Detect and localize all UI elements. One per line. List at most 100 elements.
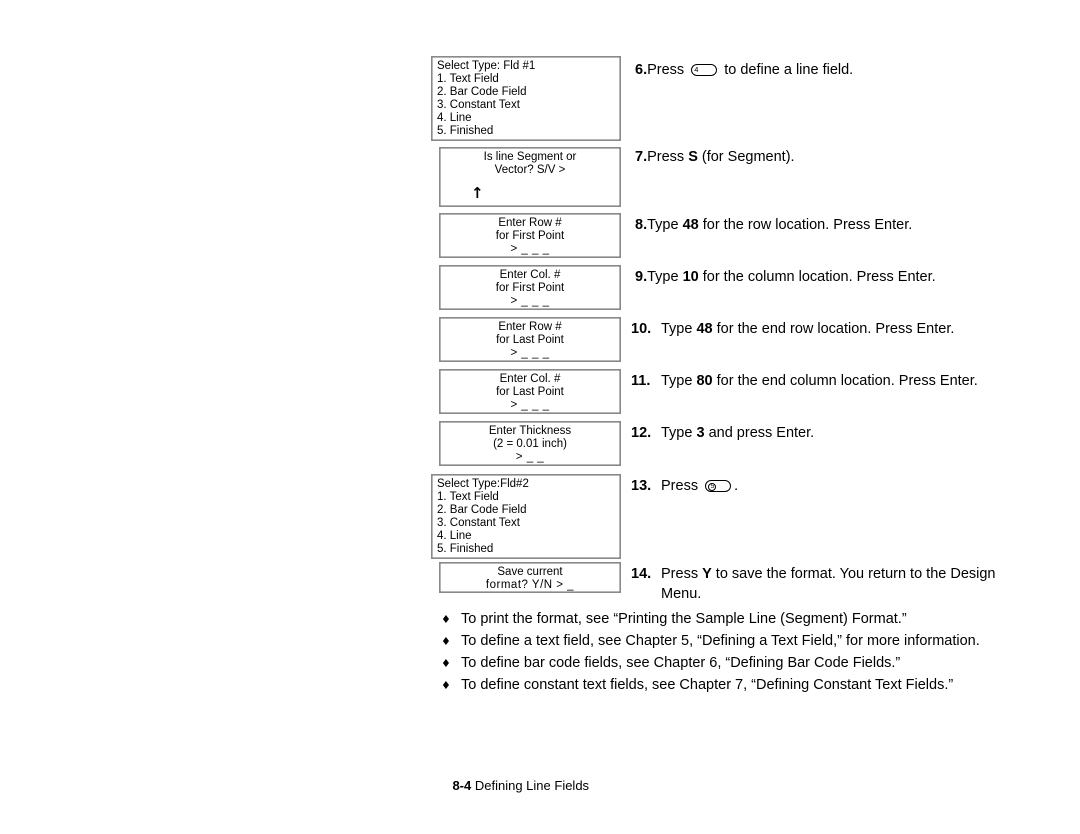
function-key-4-icon: 4: [691, 64, 718, 76]
step-text-part: Type: [661, 425, 697, 441]
lcd-line: 3. Constant Text: [437, 99, 520, 111]
step-text: Press 5.: [661, 477, 1035, 497]
step-value: 10: [682, 269, 699, 285]
step-value: 3: [696, 425, 705, 441]
step-keypress: S: [688, 149, 698, 165]
step-text: Press S (for Segment).: [647, 148, 1035, 168]
step-12: 12. Type 3 and press Enter.: [631, 424, 1035, 444]
footer-chapter-title: Defining Line Fields: [474, 778, 590, 793]
list-item: ♦ To define constant text fields, see Ch…: [441, 675, 1041, 697]
step-14: 14. Press Y to save the format. You retu…: [631, 565, 1031, 604]
lcd-enter-row-first-point: Enter Row # for First Point > _ _ _: [439, 213, 621, 258]
diamond-bullet-icon: ♦: [441, 657, 451, 670]
lcd-line: 2. Bar Code Field: [437, 504, 527, 516]
step-number: 12.: [631, 425, 652, 441]
lcd-line: 4. Line: [437, 530, 472, 542]
step-number: 9.: [635, 269, 648, 285]
lcd-line: Enter Col. #: [499, 269, 561, 281]
lcd-line: 5. Finished: [437, 543, 494, 555]
lcd-line: 2. Bar Code Field: [437, 86, 527, 98]
function-key-ring: 5: [707, 482, 716, 491]
lcd-segment-or-vector-prompt: Is line Segment or Vector? S/V > ↑: [439, 147, 621, 207]
step-13: 13. Press 5.: [631, 477, 1035, 497]
step-value: 48: [696, 321, 713, 337]
list-item-label: To define a text field, see Chapter 5, “…: [461, 633, 980, 649]
lcd-input-line: format? Y/N > _: [485, 579, 575, 591]
step-number: 13.: [631, 478, 652, 494]
lcd-input-line: > _ _: [515, 451, 545, 463]
lcd-line: 5. Finished: [437, 125, 494, 137]
step-text-part: for the end row location. Press Enter.: [712, 321, 955, 337]
step-number: 7.: [635, 149, 648, 165]
lcd-line: Save current: [497, 566, 563, 578]
step-text: Type 10 for the column location. Press E…: [647, 268, 1035, 288]
related-topics-list: ♦ To print the format, see “Printing the…: [441, 609, 1041, 697]
step-8: 8. Type 48 for the row location. Press E…: [635, 216, 1035, 236]
list-item: ♦ To print the format, see “Printing the…: [441, 609, 1041, 631]
step-text-part: Press: [661, 566, 703, 582]
lcd-line: for Last Point: [496, 334, 564, 346]
function-key-label: 4: [694, 65, 699, 74]
lcd-select-type-field-2: Select Type:Fld#2 1. Text Field 2. Bar C…: [431, 474, 621, 559]
lcd-line: Vector? S/V >: [494, 164, 566, 176]
step-text-part: for the column location. Press Enter.: [698, 269, 936, 285]
lcd-input-line: > _ _ _: [510, 347, 550, 359]
diamond-bullet-icon: ♦: [441, 679, 451, 692]
page-footer: 8-4 Defining Line Fields: [438, 762, 589, 810]
step-6: 6. Press 4 to define a line field.: [635, 61, 1035, 81]
step-number: 8.: [635, 217, 648, 233]
lcd-line: Enter Col. #: [499, 373, 561, 385]
step-10: 10. Type 48 for the end row location. Pr…: [631, 320, 1035, 340]
document-page: Select Type: Fld #1 1. Text Field 2. Bar…: [0, 0, 1080, 834]
step-keypress: Y: [702, 566, 712, 582]
step-9: 9. Type 10 for the column location. Pres…: [635, 268, 1035, 288]
lcd-line: 1. Text Field: [437, 73, 499, 85]
diamond-bullet-icon: ♦: [441, 635, 451, 648]
step-text-part: .: [734, 478, 739, 494]
up-arrow-icon: ↑: [471, 184, 484, 202]
step-text: Type 80 for the end column location. Pre…: [661, 372, 1021, 392]
step-text: Type 48 for the row location. Press Ente…: [647, 216, 1035, 236]
lcd-input-line: > _ _ _: [510, 399, 550, 411]
function-key-label: 5: [710, 483, 715, 490]
lcd-line: for First Point: [495, 282, 565, 294]
list-item-label: To print the format, see “Printing the S…: [461, 611, 907, 627]
list-item-label: To define constant text fields, see Chap…: [461, 677, 954, 693]
step-number: 14.: [631, 566, 652, 582]
diamond-bullet-icon: ♦: [441, 613, 451, 626]
step-text-part: for the row location. Press Enter.: [698, 217, 913, 233]
step-text-part: Press: [661, 478, 703, 494]
lcd-line: 1. Text Field: [437, 491, 499, 503]
lcd-line: for First Point: [495, 230, 565, 242]
step-text-part: to save the format. You return to the De…: [661, 566, 996, 602]
list-item: ♦ To define bar code fields, see Chapter…: [441, 653, 1041, 675]
step-text-part: and press Enter.: [704, 425, 815, 441]
step-text: Press Y to save the format. You return t…: [661, 565, 1031, 604]
step-text-part: Type: [661, 321, 697, 337]
step-text: Type 48 for the end row location. Press …: [661, 320, 1035, 340]
lcd-line: Enter Row #: [498, 321, 562, 333]
step-text-part: (for Segment).: [697, 149, 795, 165]
lcd-line: Is line Segment or: [483, 151, 577, 163]
lcd-line: 4. Line: [437, 112, 472, 124]
step-text-part: Press: [647, 149, 689, 165]
lcd-save-current-format: Save current format? Y/N > _: [439, 562, 621, 593]
lcd-input-line: > _ _ _: [510, 243, 550, 255]
step-text-part: Type: [647, 269, 683, 285]
step-text: Press 4 to define a line field.: [647, 61, 1035, 81]
step-number: 11.: [631, 373, 651, 389]
lcd-line: Select Type: Fld #1: [437, 60, 536, 72]
lcd-enter-row-last-point: Enter Row # for Last Point > _ _ _: [439, 317, 621, 362]
step-text-part: for the end column location. Press Enter…: [712, 373, 978, 389]
step-number: 10.: [631, 321, 652, 337]
lcd-select-type-field-1: Select Type: Fld #1 1. Text Field 2. Bar…: [431, 56, 621, 141]
lcd-line: for Last Point: [496, 386, 564, 398]
lcd-enter-thickness: Enter Thickness (2 = 0.01 inch) > _ _: [439, 421, 621, 466]
step-text-part: Type: [647, 217, 683, 233]
step-text: Type 3 and press Enter.: [661, 424, 1035, 444]
lcd-enter-col-last-point: Enter Col. # for Last Point > _ _ _: [439, 369, 621, 414]
footer-page-number: 8-4: [452, 778, 472, 793]
step-text-part: Type: [661, 373, 697, 389]
lcd-line: Enter Thickness: [488, 425, 572, 437]
lcd-line: (2 = 0.01 inch): [493, 438, 567, 450]
